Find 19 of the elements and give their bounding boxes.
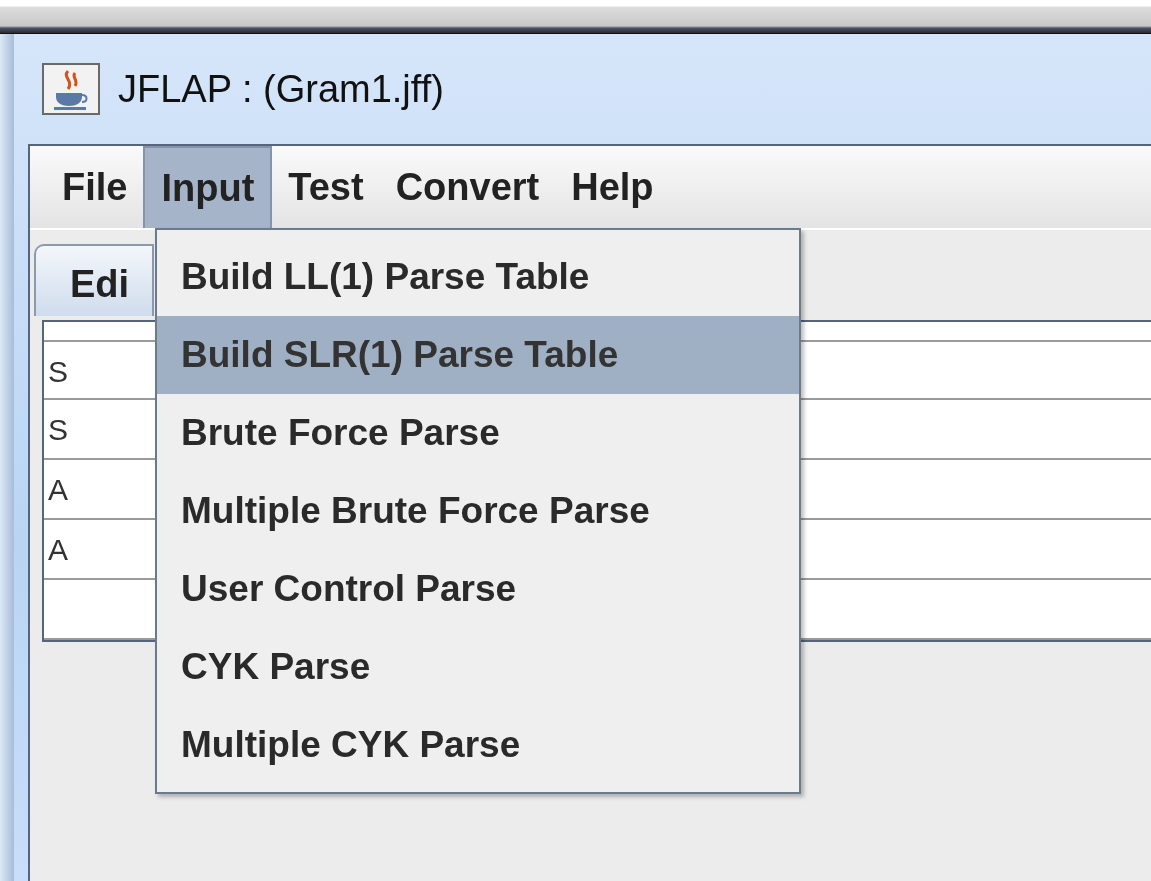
menu-item[interactable]: Convert [379,146,556,228]
editor-tab[interactable]: Edi [34,244,154,316]
menu-item[interactable]: Brute Force Parse [157,394,799,472]
menu-item[interactable]: Input [143,146,273,228]
menu-item[interactable]: User Control Parse [157,550,799,628]
table-cell-text: A [47,532,69,568]
menu-item[interactable]: CYK Parse [157,628,799,706]
menu-item[interactable]: File [46,146,144,228]
table-cell-text: S [47,412,69,448]
coffee-cup-icon [42,63,100,115]
menu-item[interactable]: Help [555,146,670,228]
menu-item[interactable]: Multiple CYK Parse [157,706,799,784]
menu-item[interactable]: Test [272,146,380,228]
menu-item[interactable]: Build SLR(1) Parse Table [157,316,799,394]
table-cell-text: S [47,354,69,390]
menu-item[interactable]: Multiple Brute Force Parse [157,472,799,550]
table-cell-text: A [47,472,69,508]
window-title: JFLAP : (Gram1.jff) [118,66,444,112]
menu-item[interactable]: Build LL(1) Parse Table [157,238,799,316]
